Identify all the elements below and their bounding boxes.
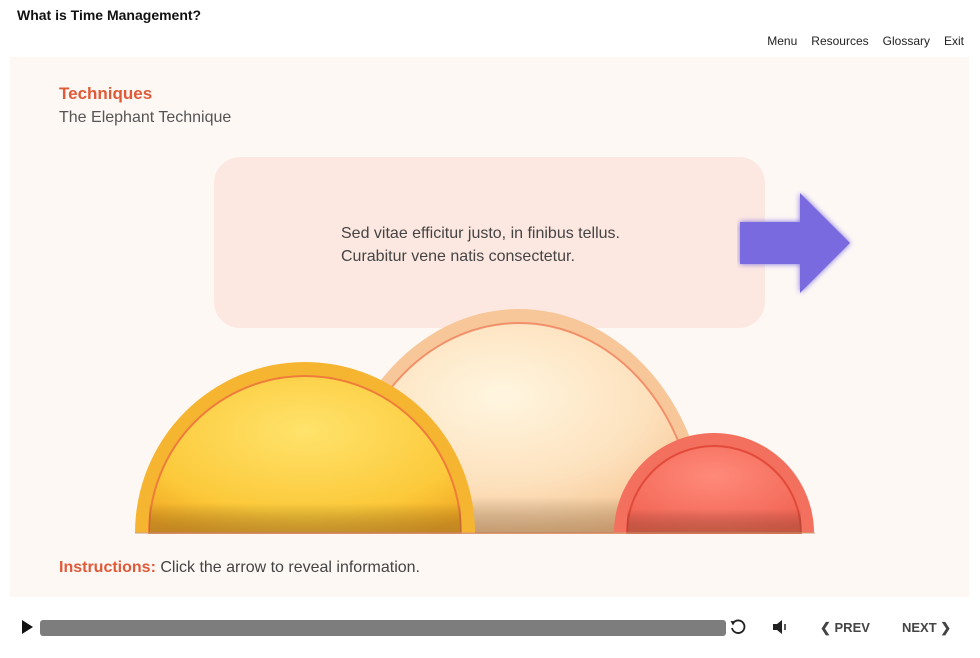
chevron-right-icon: ❯ <box>936 620 952 635</box>
slide-area: Techniques The Elephant Technique Sed vi… <box>10 57 969 597</box>
instructions-text: Click the arrow to reveal information. <box>155 559 420 576</box>
instructions: Instructions: Click the arrow to reveal … <box>59 559 420 577</box>
prev-button[interactable]: ❮ PREV <box>820 620 870 636</box>
top-nav: Menu Resources Glossary Exit <box>767 34 964 48</box>
reveal-arrow-button[interactable] <box>737 190 857 300</box>
exit-link[interactable]: Exit <box>944 34 964 48</box>
player-controls: ❮ PREV NEXT ❯ <box>0 607 980 647</box>
arrow-right-icon <box>740 193 850 293</box>
prev-label: PREV <box>834 620 870 635</box>
course-title: What is Time Management? <box>17 7 202 23</box>
instructions-label: Instructions: <box>59 559 156 576</box>
info-text: Sed vitae efficitur justo, in finibus te… <box>341 225 620 265</box>
volume-icon[interactable] <box>772 619 790 635</box>
dome-illustration <box>135 309 815 534</box>
chevron-left-icon: ❮ <box>820 620 835 635</box>
seek-bar[interactable] <box>40 620 726 636</box>
replay-icon[interactable] <box>729 618 747 636</box>
menu-link[interactable]: Menu <box>767 34 797 48</box>
play-icon[interactable] <box>20 619 34 635</box>
glossary-link[interactable]: Glossary <box>883 34 930 48</box>
resources-link[interactable]: Resources <box>811 34 868 48</box>
next-label: NEXT <box>902 620 937 635</box>
next-button[interactable]: NEXT ❯ <box>902 620 951 636</box>
